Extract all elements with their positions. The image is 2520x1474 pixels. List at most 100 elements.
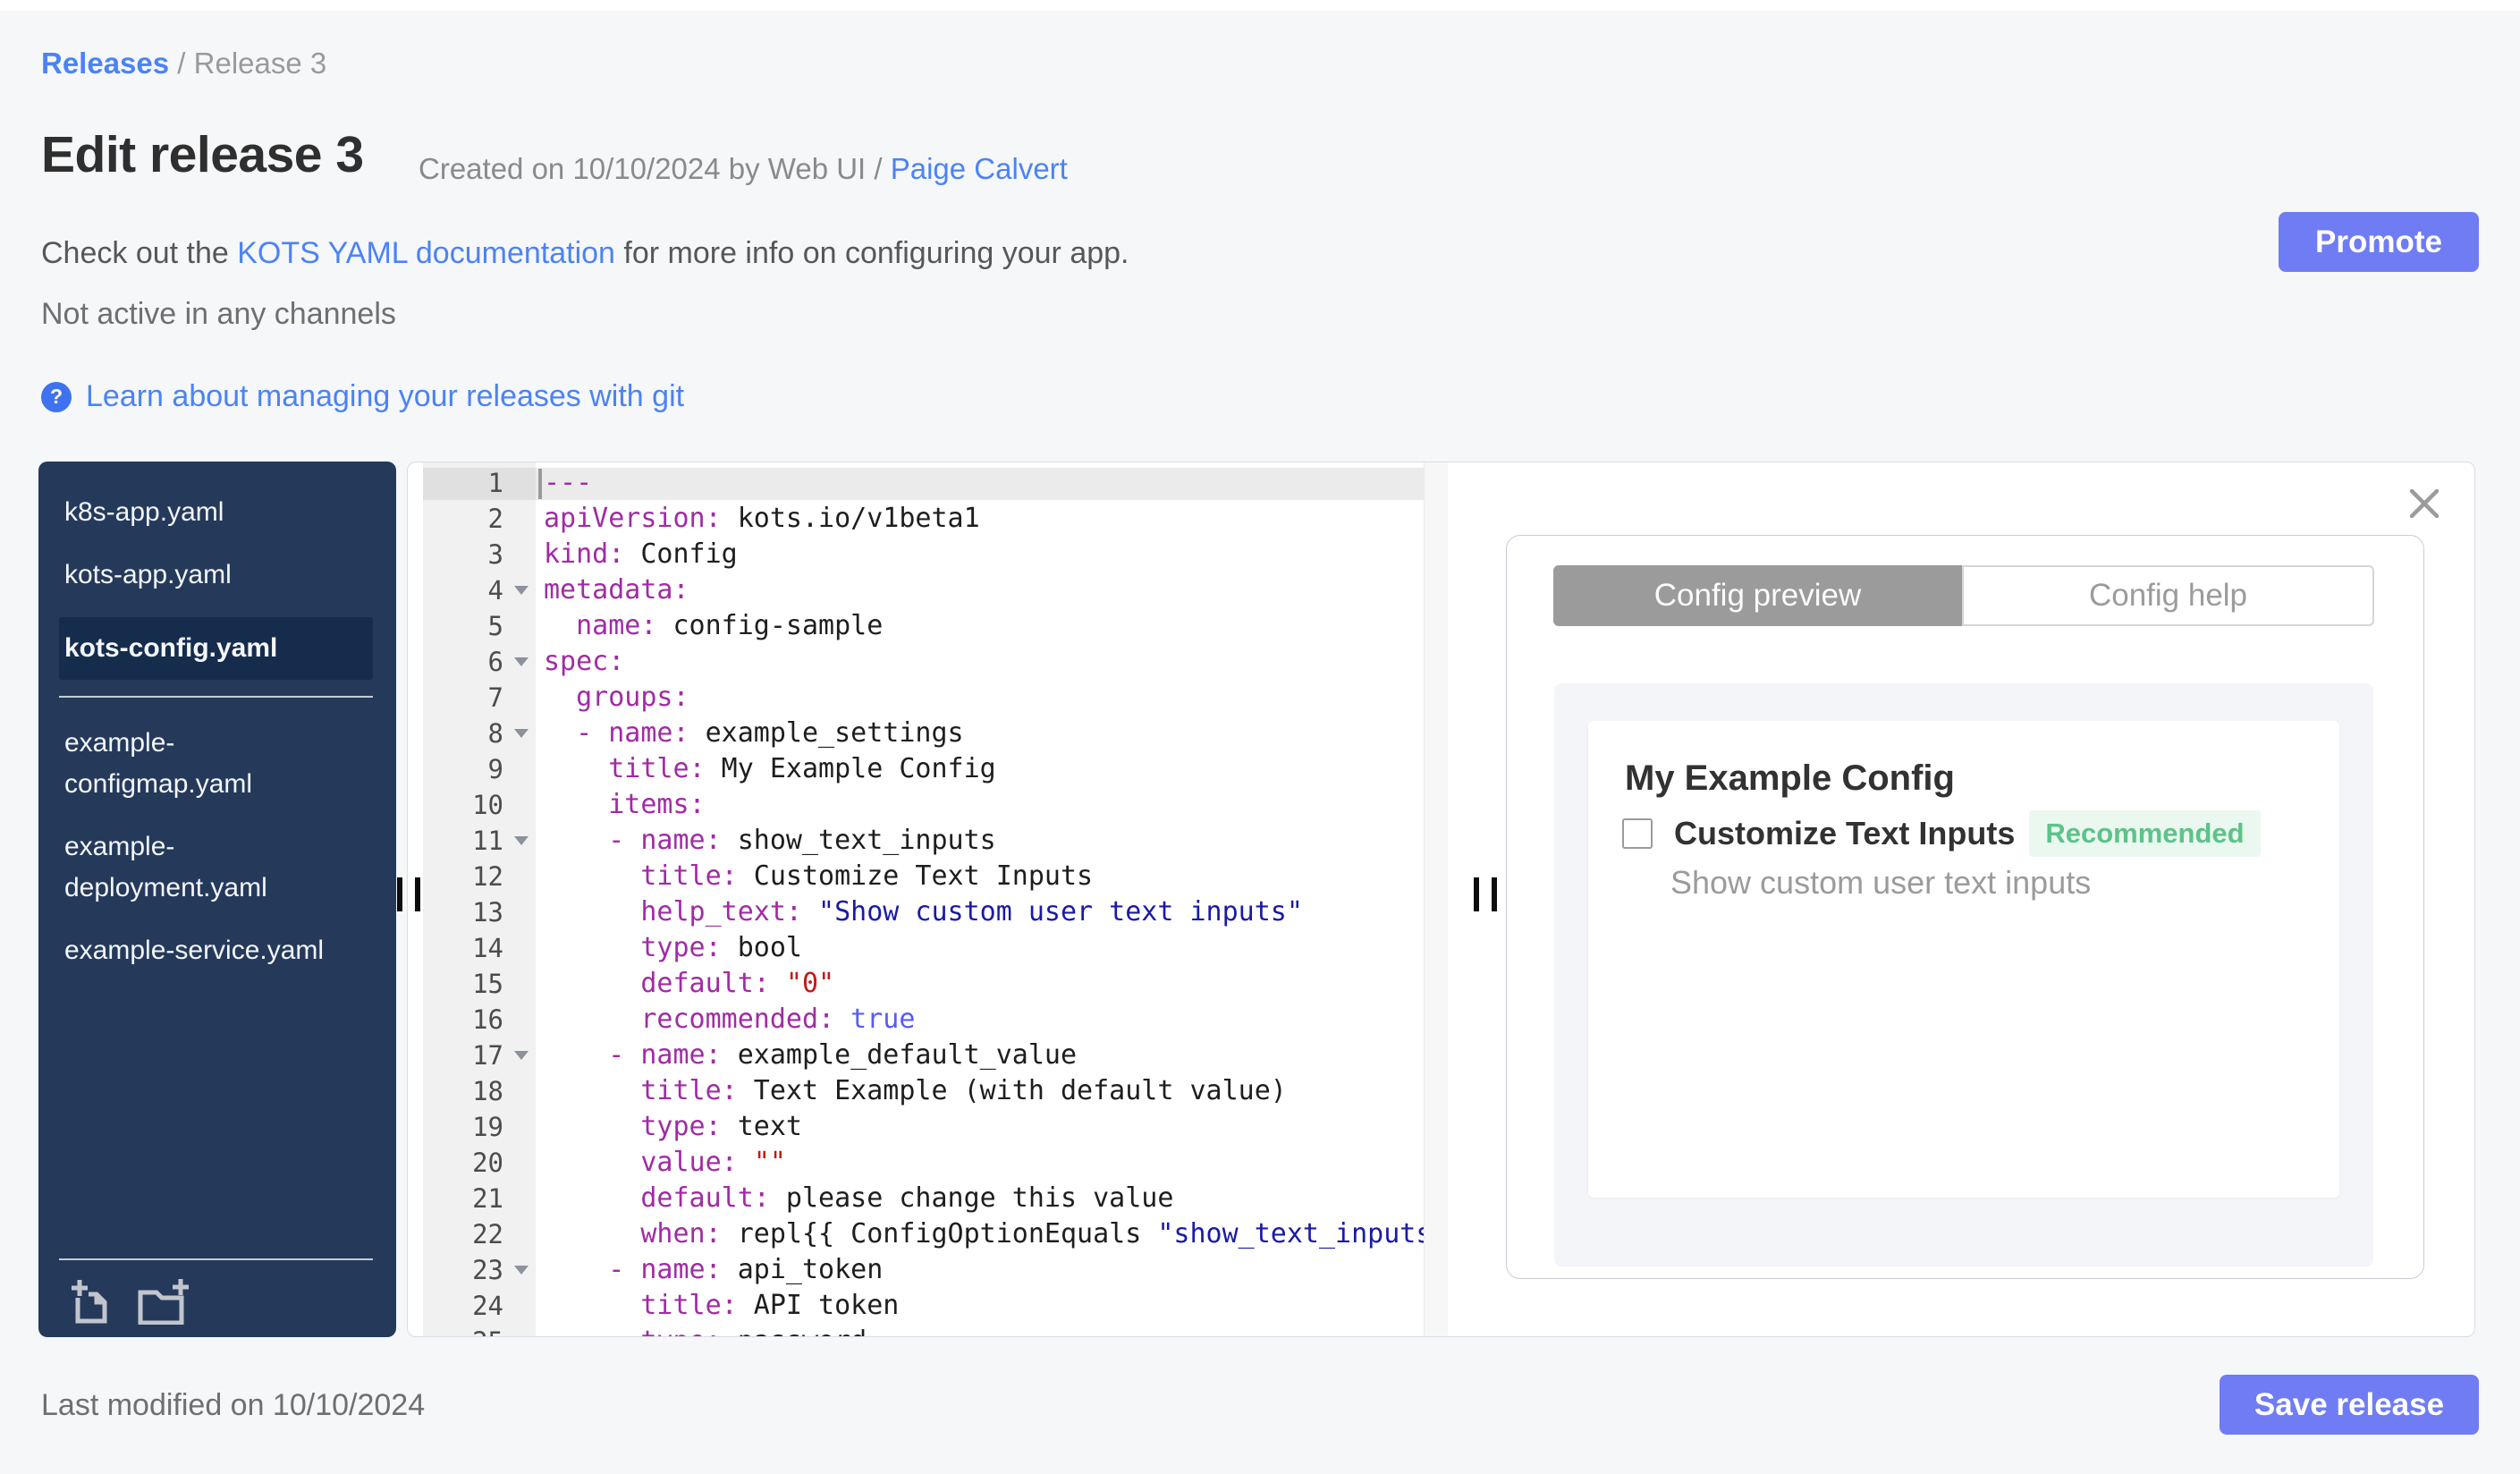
code-token: recommended: (544, 1004, 835, 1035)
code-token: true (850, 1004, 916, 1035)
sidebar-resize-handle[interactable] (397, 877, 420, 911)
code-token: kots.io/v1beta1 (721, 503, 980, 534)
code-token: type: (544, 1326, 721, 1336)
gutter-row: 23 (423, 1252, 551, 1288)
file-list: k8s-app.yaml kots-app.yaml kots-config.yam… (38, 462, 396, 971)
page: Releases / Release 3 Edit release 3 Crea… (0, 0, 2520, 1474)
line-number: 4 (487, 575, 503, 606)
code-token: password (722, 1326, 867, 1336)
line-number: 5 (487, 611, 503, 641)
gutter-row: 7 (423, 680, 551, 716)
gutter-row: 15 (423, 966, 551, 1002)
code-token: "show_text_inputs" (1157, 1218, 1449, 1250)
code-token: - name: (544, 717, 689, 749)
code-line-25[interactable]: type: password (544, 1324, 2474, 1336)
save-release-button[interactable]: Save release (2220, 1375, 2479, 1435)
author-link[interactable]: Paige Calvert (891, 152, 1068, 185)
line-number: 20 (472, 1148, 503, 1178)
line-number: 21 (472, 1183, 503, 1214)
editor-resize-handle[interactable] (1474, 877, 1497, 911)
gutter-row: 6 (423, 644, 551, 680)
line-number: 11 (472, 826, 503, 856)
docs-text-after: for more info on configuring your app. (614, 236, 1129, 270)
git-help-link[interactable]: Learn about managing your releases with … (86, 379, 684, 414)
config-item-row: Customize Text Inputs Recommended (1622, 810, 2261, 857)
config-preview-area: My Example Config Customize Text Inputs … (1554, 683, 2373, 1266)
question-mark: ? (49, 385, 63, 408)
file-item-example-configmap.yaml[interactable]: example-configmap.yaml (38, 723, 396, 805)
line-number: 19 (472, 1112, 503, 1142)
code-token: title: (544, 860, 738, 892)
code-token: api_token (721, 1254, 884, 1285)
gutter-row: 25 (423, 1324, 551, 1336)
file-item-example-deployment.yaml[interactable]: example-deployment.yaml (38, 826, 396, 909)
fold-arrow-icon[interactable] (503, 1266, 539, 1275)
fold-arrow-icon[interactable] (503, 729, 539, 738)
config-item-label: Customize Text Inputs (1674, 815, 2016, 851)
gutter-row: 16 (423, 1002, 551, 1038)
code-token: spec: (544, 646, 625, 677)
fold-arrow-icon[interactable] (503, 586, 539, 595)
code-line-2[interactable]: apiVersion: kots.io/v1beta1 (544, 501, 2474, 537)
add-file-icon[interactable] (69, 1278, 112, 1325)
created-text: Created on 10/10/2024 by Web UI / (419, 152, 891, 185)
file-item-kots-app.yaml[interactable]: kots-app.yaml (38, 555, 396, 596)
line-number: 8 (487, 718, 503, 749)
breadcrumb-separator: / (169, 47, 194, 80)
editor-scrollbar[interactable] (1424, 462, 1448, 1336)
code-token: API token (737, 1290, 900, 1321)
line-number: 24 (472, 1291, 503, 1321)
gutter-row: 13 (423, 894, 551, 930)
top-strip (0, 0, 2520, 11)
code-token: example_default_value (721, 1039, 1078, 1071)
code-token: bool (721, 932, 802, 963)
gutter-row: 17 (423, 1038, 551, 1073)
promote-button[interactable]: Promote (2279, 212, 2479, 272)
code-token: example_settings (689, 717, 964, 749)
file-item-example-service.yaml[interactable]: example-service.yaml (38, 930, 396, 971)
config-preview-card: Config preview Config help My Example Con… (1506, 535, 2424, 1279)
config-group-card: My Example Config Customize Text Inputs … (1588, 721, 2339, 1198)
line-number: 13 (472, 897, 503, 928)
code-token: Customize Text Inputs (737, 860, 1094, 892)
gutter-row: 20 (423, 1145, 551, 1181)
git-help-row: ? Learn about managing your releases wit… (41, 379, 684, 414)
close-icon[interactable] (2409, 489, 2440, 518)
line-number: 1 (487, 468, 503, 498)
code-token: title: (544, 1290, 738, 1321)
line-number: 9 (487, 754, 503, 784)
fold-arrow-icon[interactable] (503, 657, 539, 666)
gutter-row: 21 (423, 1181, 551, 1216)
breadcrumb-current: Release 3 (193, 47, 327, 80)
fold-arrow-icon[interactable] (503, 836, 539, 845)
kots-yaml-docs-link[interactable]: KOTS YAML documentation (237, 236, 615, 270)
last-modified: Last modified on 10/10/2024 (41, 1388, 426, 1422)
file-item-k8s-app.yaml[interactable]: k8s-app.yaml (38, 492, 396, 533)
code-line-1[interactable]: --- (544, 465, 2474, 501)
file-group-divider (59, 696, 373, 698)
gutter-row: 4 (423, 572, 551, 608)
breadcrumb-releases-link[interactable]: Releases (41, 47, 169, 80)
fold-arrow-icon[interactable] (503, 1051, 539, 1060)
breadcrumb: Releases / Release 3 (41, 47, 326, 80)
gutter-row: 14 (423, 930, 551, 966)
code-token: groups: (544, 682, 689, 713)
add-folder-icon[interactable] (135, 1278, 190, 1325)
panel-tabs: Config preview Config help (1553, 565, 2374, 626)
code-token: please change this value (769, 1182, 1174, 1214)
config-item-help: Show custom user text inputs (1670, 864, 2092, 901)
code-token: My Example Config (705, 753, 996, 784)
code-token: "Show custom user text inputs" (818, 896, 1303, 928)
code-line-24[interactable]: title: API token (544, 1288, 2474, 1324)
customize-text-inputs-checkbox[interactable] (1622, 818, 1653, 849)
gutter-row: 11 (423, 823, 551, 859)
code-token: show_text_inputs (721, 825, 996, 856)
gutter-row: 5 (423, 608, 551, 644)
file-item-kots-config.yaml[interactable]: kots-config.yaml (59, 617, 373, 680)
tab-config-preview[interactable]: Config preview (1553, 565, 1962, 626)
code-token: type: (544, 932, 722, 963)
created-meta: Created on 10/10/2024 by Web UI / Paige … (419, 152, 1068, 186)
tab-config-help[interactable]: Config help (1962, 565, 2374, 626)
